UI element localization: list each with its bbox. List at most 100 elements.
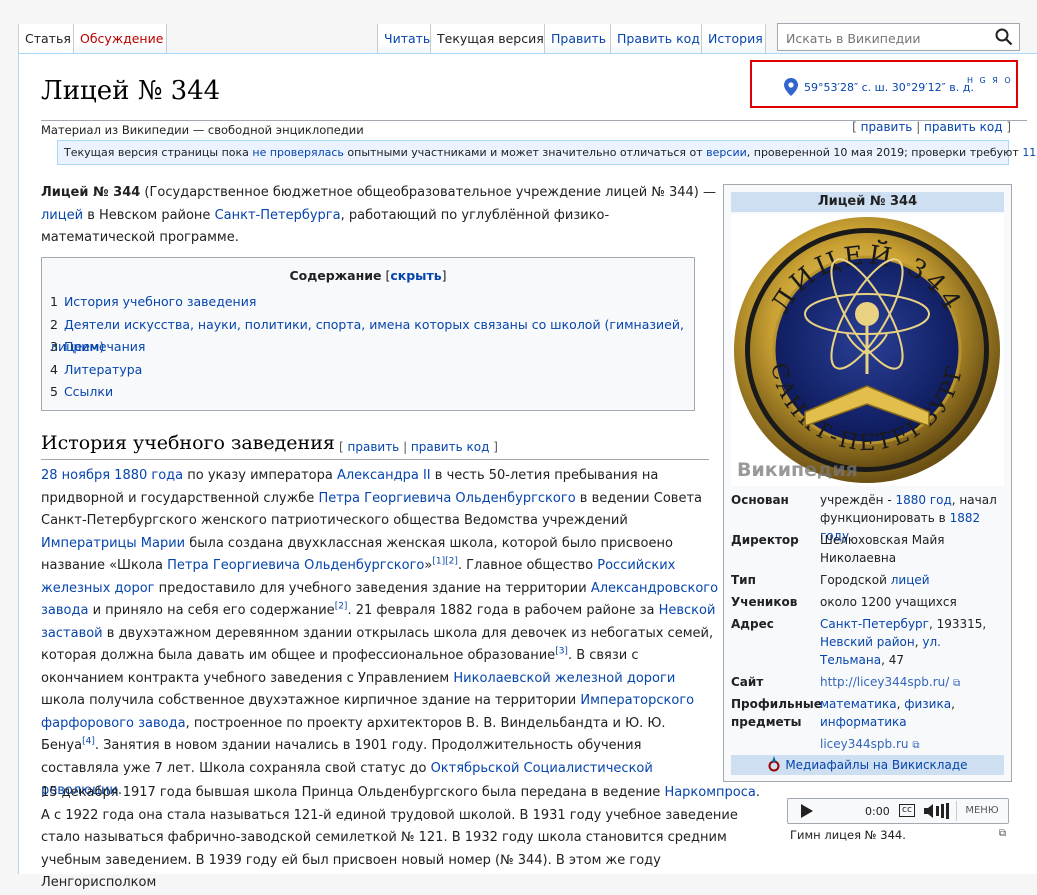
school-emblem-graphic: ЛИЦЕЙ 344 САНКТ-ПЕТЕРБУРГ Википедия bbox=[734, 217, 1000, 483]
link[interactable]: математика bbox=[820, 697, 897, 711]
edit-source-link[interactable]: править код bbox=[924, 120, 1002, 134]
ref-link[interactable]: [2] bbox=[445, 557, 458, 567]
link[interactable]: лицей bbox=[891, 573, 930, 587]
text: . А с 1922 года она стала называться 121… bbox=[41, 785, 761, 890]
toc-link[interactable]: Примечания bbox=[64, 339, 145, 354]
link[interactable]: 1880 год bbox=[896, 493, 952, 507]
text: по указу императора bbox=[183, 468, 337, 483]
toc-link[interactable]: Ссылки bbox=[64, 384, 113, 399]
tab-article[interactable]: Статья bbox=[18, 24, 74, 54]
row-label: Сайт bbox=[731, 675, 764, 689]
link[interactable]: Невский район bbox=[820, 635, 915, 649]
bracket: [ bbox=[381, 268, 391, 283]
infobox-row-founded: Основан учреждён - 1880 год, начал функц… bbox=[731, 491, 1004, 543]
link[interactable]: Петра Георгиевича Ольденбургского bbox=[318, 491, 575, 506]
audio-menu-button[interactable]: МЕНЮ bbox=[956, 801, 1007, 821]
tab-read[interactable]: Читать bbox=[377, 24, 431, 54]
captions-icon[interactable]: cc bbox=[899, 804, 915, 817]
section-edit-source-link[interactable]: править код bbox=[411, 440, 489, 454]
coordinates-box: 59°53′28″ с. ш. 30°29′12″ в. д. H G Я O bbox=[750, 60, 1018, 108]
notice-link-unchecked[interactable]: не проверялась bbox=[252, 146, 344, 159]
text: . 21 февраля 1882 года в рабочем районе … bbox=[347, 603, 659, 618]
edit-link[interactable]: править bbox=[861, 120, 913, 134]
tab-edit-source[interactable]: Править код bbox=[611, 24, 702, 54]
ref-link[interactable]: [1] bbox=[432, 557, 445, 567]
tab-talk[interactable]: Обсуждение bbox=[74, 24, 167, 54]
external-link-icon: ⧉ bbox=[912, 740, 920, 751]
row-label: Профильные предметы bbox=[731, 697, 822, 729]
link[interactable]: Петра Георгиевича Ольденбургского bbox=[167, 558, 424, 573]
infobox: Лицей № 344 ЛИЦЕЙ 344 САНКТ-ПЕТЕРБУРГ bbox=[723, 184, 1012, 782]
toc-item[interactable]: 5 Ссылки bbox=[50, 381, 694, 404]
infobox-title: Лицей № 344 bbox=[731, 192, 1004, 212]
link[interactable]: Наркомпроса bbox=[664, 785, 755, 800]
link[interactable]: Николаевской железной дороги bbox=[453, 671, 675, 686]
volume-icon[interactable] bbox=[924, 803, 952, 819]
play-icon[interactable] bbox=[800, 804, 814, 818]
toc-item[interactable]: 2 Деятели искусства, науки, политики, спо… bbox=[50, 314, 694, 355]
toc-number: 4 bbox=[50, 361, 58, 377]
toc-item[interactable]: 3 Примечания bbox=[50, 336, 694, 359]
link[interactable]: Санкт-Петербург bbox=[820, 617, 929, 631]
school-emblem-image[interactable]: ЛИЦЕЙ 344 САНКТ-ПЕТЕРБУРГ Википедия bbox=[731, 214, 1004, 486]
section-edit-link[interactable]: править bbox=[348, 440, 400, 454]
search-input[interactable] bbox=[784, 25, 988, 51]
ref-link[interactable]: [2] bbox=[335, 602, 348, 612]
coordinates-link[interactable]: 59°53′28″ с. ш. 30°29′12″ в. д. bbox=[804, 81, 974, 94]
tab-edit[interactable]: Править bbox=[545, 24, 611, 54]
toc-link[interactable]: История учебного заведения bbox=[64, 294, 256, 309]
notice-link-version[interactable]: версии bbox=[706, 146, 747, 159]
tab-history[interactable]: История bbox=[702, 24, 766, 54]
toc-item[interactable]: 4 Литература bbox=[50, 359, 694, 382]
commons-link[interactable]: Медиафайлы на Викискладе bbox=[785, 758, 967, 772]
tab-current-version[interactable]: Текущая версия bbox=[431, 24, 545, 54]
text: предоставило для учебного заведения здан… bbox=[154, 580, 591, 596]
notice-text: опытными участниками и может значительно… bbox=[343, 146, 707, 159]
row-label: Учеников bbox=[731, 595, 798, 609]
bracket: [ bbox=[339, 440, 348, 454]
bracket: ] bbox=[441, 268, 447, 283]
toc-list: 1 История учебного заведения 2 Деятели иск… bbox=[50, 291, 694, 404]
text: (Государственное бюджетное общеобразоват… bbox=[140, 185, 716, 200]
text: школа получила собственное двухэтажное к… bbox=[41, 693, 581, 708]
history-paragraph-2: 15 декабря 1917 года бывшая школа Принца… bbox=[41, 782, 771, 895]
infobox-row-type: Тип Городской лицей bbox=[731, 571, 1004, 593]
link-spb[interactable]: Санкт-Петербурга bbox=[215, 208, 341, 223]
infobox-row-address: Адрес Санкт-Петербург, 193315, Невский р… bbox=[731, 615, 1004, 673]
audio-caption: Гимн лицея № 344. bbox=[790, 828, 906, 842]
bracket: [ bbox=[852, 120, 861, 134]
row-label: Адрес bbox=[731, 617, 774, 631]
link[interactable]: 28 ноября 1880 года bbox=[41, 468, 183, 483]
section-divider bbox=[41, 459, 709, 460]
link[interactable]: Императрицы Марии bbox=[41, 536, 185, 551]
link[interactable]: физика bbox=[904, 697, 951, 711]
text: учреждён - bbox=[820, 493, 896, 507]
link[interactable]: информатика bbox=[820, 715, 907, 729]
toc-link[interactable]: Литература bbox=[64, 362, 142, 377]
infobox-row-profile: Профильные предметы математика, физика, … bbox=[731, 695, 1004, 735]
separator: | bbox=[399, 440, 411, 454]
external-link[interactable]: licey344spb.ru bbox=[820, 737, 909, 751]
intro-paragraph: Лицей № 344 (Государственное бюджетное о… bbox=[41, 182, 717, 250]
search-icon[interactable] bbox=[995, 28, 1013, 46]
section-edit-links: [ править | править код ] bbox=[339, 440, 498, 454]
row-value: математика, физика, информатика bbox=[820, 695, 1005, 731]
coordinates-map-links[interactable]: H G Я O bbox=[967, 76, 1013, 85]
toc-hide-link[interactable]: скрыть bbox=[390, 268, 441, 283]
infobox-row-director: Директор Шелюховская Майя Николаевна bbox=[731, 531, 1004, 571]
toc-item[interactable]: 1 История учебного заведения bbox=[50, 291, 694, 314]
text: , 193315, bbox=[928, 617, 987, 631]
bracket: ] bbox=[489, 440, 498, 454]
notice-link-edits[interactable]: 11 правок bbox=[1022, 146, 1037, 159]
link[interactable]: Александра II bbox=[337, 468, 431, 483]
external-link[interactable]: http://licey344spb.ru/ bbox=[820, 675, 949, 689]
enlarge-icon[interactable]: ⧉ bbox=[999, 828, 1006, 839]
link-licey[interactable]: лицей bbox=[41, 208, 83, 223]
ref-link[interactable]: [4] bbox=[82, 737, 95, 747]
row-value: около 1200 учащихся bbox=[820, 595, 957, 609]
commons-icon bbox=[768, 756, 780, 772]
page-subtitle: Материал из Википедии — свободной энцикл… bbox=[41, 123, 364, 137]
ref-link[interactable]: [3] bbox=[555, 647, 568, 657]
audio-time: 0:00 bbox=[865, 805, 890, 818]
text: и приняло на себя его содержание bbox=[88, 603, 335, 618]
